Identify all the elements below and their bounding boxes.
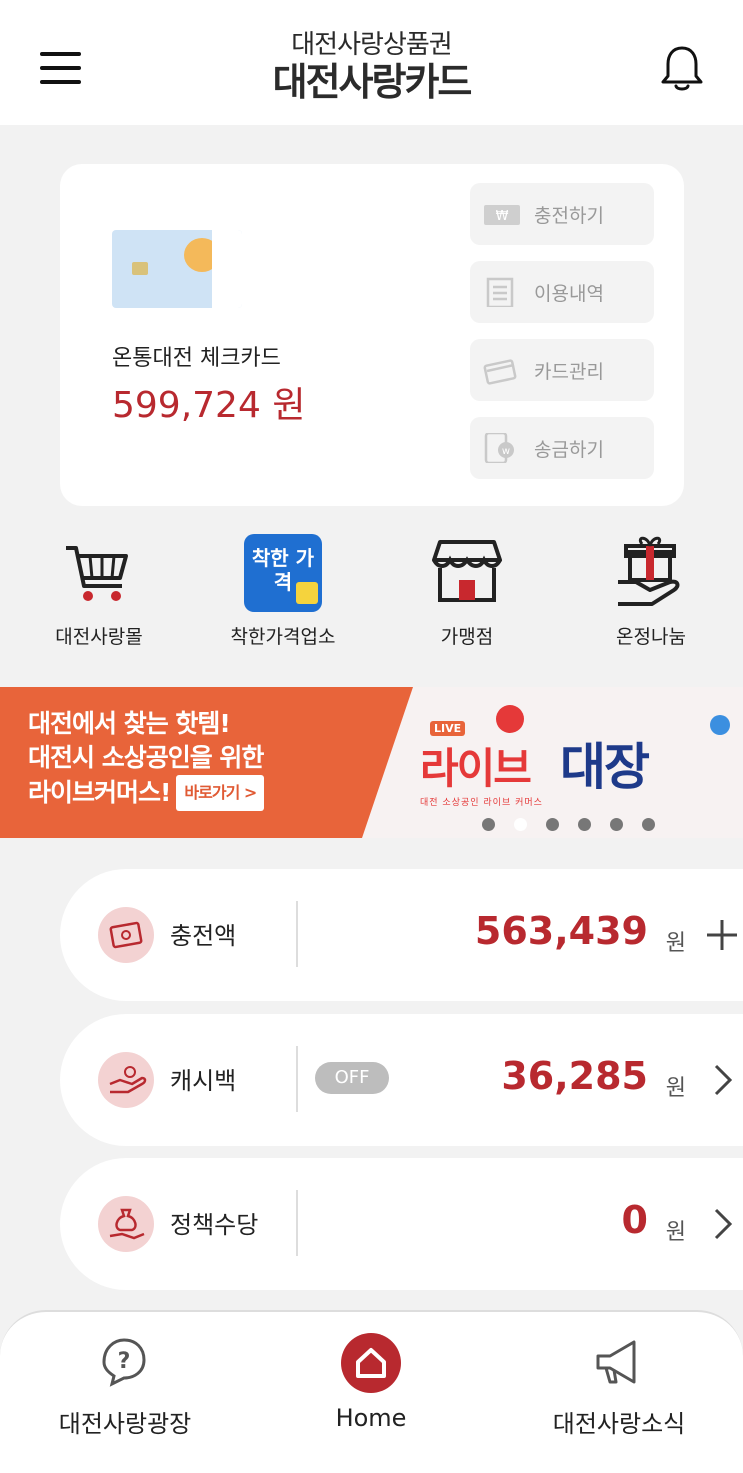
tab-plaza-label: 대전사랑광장 — [58, 1410, 192, 1438]
banner-line-2: 대전시 소상공인을 위한 — [28, 743, 264, 772]
cashback-row[interactable]: 캐시백 OFF 36,285 원 — [60, 1014, 743, 1146]
app-header: 대전사랑상품권 대전사랑카드 — [0, 0, 743, 125]
cashback-label: 캐시백 — [170, 1067, 237, 1095]
charge-button[interactable]: ₩ 충전하기 — [470, 183, 654, 245]
quick-menu-store-label: 가맹점 — [440, 626, 494, 648]
cashback-value: 36,285 — [501, 1054, 648, 1098]
charge-amount-unit: 원 — [665, 931, 686, 956]
banner-text: 대전에서 찾는 핫템! 대전시 소상공인을 위한 라이브커머스! 바로가기 > — [28, 707, 264, 811]
money-icon — [98, 907, 154, 963]
gift-hand-icon — [618, 536, 680, 606]
logo-subtitle: 대전사랑상품권 — [291, 30, 452, 60]
policy-allowance-unit: 원 — [665, 1220, 686, 1245]
charge-amount-row[interactable]: 충전액 563,439 원 — [60, 869, 743, 1001]
quick-menu-donation-label: 온정나눔 — [616, 626, 686, 648]
logo-title: 대전사랑카드 — [272, 60, 473, 104]
policy-allowance-value: 0 — [621, 1198, 648, 1242]
card-balance: 599,724 원 — [112, 385, 306, 426]
store-icon — [432, 540, 502, 602]
won-bill-icon: ₩ — [484, 205, 520, 225]
card-name: 온통대전 체크카드 — [112, 346, 281, 371]
transfer-button[interactable]: w 송금하기 — [470, 417, 654, 479]
card-icon — [483, 359, 517, 385]
good-price-icon: 착한 가격 — [244, 534, 322, 612]
quick-menu-good-price-label: 착한가격업소 — [230, 626, 336, 648]
history-label: 이용내역 — [534, 283, 604, 305]
home-icon — [341, 1333, 401, 1393]
bottom-tab-bar: ? 대전사랑광장 Home 대전사랑소식 — [0, 1310, 743, 1473]
banner-line-1: 대전에서 찾는 핫템! — [28, 709, 231, 738]
card-summary-panel: 온통대전 체크카드 599,724 원 ₩ 충전하기 이용내역 카드관리 w 송… — [60, 164, 684, 506]
policy-allowance-label: 정책수당 — [170, 1211, 259, 1239]
quick-menu-mall-label: 대전사랑몰 — [55, 626, 143, 648]
megaphone-icon — [596, 1340, 636, 1384]
question-chat-icon: ? — [102, 1338, 146, 1387]
tab-home[interactable]: Home — [276, 1312, 466, 1473]
charge-amount-value: 563,439 — [474, 909, 648, 953]
cart-icon — [66, 546, 128, 601]
phone-transfer-icon: w — [484, 433, 514, 463]
quick-menu-mall[interactable]: 대전사랑몰 — [6, 530, 192, 650]
receipt-icon — [486, 277, 514, 307]
history-button[interactable]: 이용내역 — [470, 261, 654, 323]
tab-news-label: 대전사랑소식 — [552, 1410, 686, 1438]
tab-news[interactable]: 대전사랑소식 — [524, 1312, 714, 1473]
svg-text:w: w — [502, 446, 510, 457]
card-image[interactable] — [112, 230, 242, 308]
hand-coin-icon — [98, 1052, 154, 1108]
cashback-toggle[interactable]: OFF — [315, 1062, 389, 1094]
plus-icon[interactable] — [694, 907, 743, 963]
promo-banner[interactable]: 대전에서 찾는 핫템! 대전시 소상공인을 위한 라이브커머스! 바로가기 > L… — [0, 687, 743, 838]
chevron-right-icon[interactable] — [694, 1196, 743, 1252]
bell-icon[interactable] — [660, 44, 704, 94]
money-bag-hand-icon — [98, 1196, 154, 1252]
chevron-right-icon[interactable] — [694, 1052, 743, 1108]
svg-text:?: ? — [118, 1349, 131, 1374]
banner-cta[interactable]: 바로가기 > — [176, 775, 265, 811]
transfer-label: 송금하기 — [534, 439, 604, 461]
policy-allowance-row[interactable]: 정책수당 0 원 — [60, 1158, 743, 1290]
app-logo: 대전사랑상품권 대전사랑카드 — [0, 30, 743, 104]
svg-text:₩: ₩ — [496, 209, 509, 224]
charge-amount-label: 충전액 — [170, 922, 237, 950]
cashback-unit: 원 — [665, 1076, 686, 1101]
banner-line-3: 라이브커머스! — [28, 778, 171, 807]
quick-menu-good-price[interactable]: 착한 가격 착한가격업소 — [190, 530, 376, 650]
live-daejang-logo: LIVE 라이브 대장 대전 소상공인 라이브 커머스 — [420, 705, 730, 813]
quick-menu-store[interactable]: 가맹점 — [374, 530, 560, 650]
quick-menu-donation[interactable]: 온정나눔 — [558, 530, 743, 650]
tab-plaza[interactable]: ? 대전사랑광장 — [30, 1312, 220, 1473]
card-manage-button[interactable]: 카드관리 — [470, 339, 654, 401]
charge-label: 충전하기 — [534, 205, 604, 227]
card-manage-label: 카드관리 — [534, 361, 604, 383]
tab-home-label: Home — [335, 1404, 407, 1432]
